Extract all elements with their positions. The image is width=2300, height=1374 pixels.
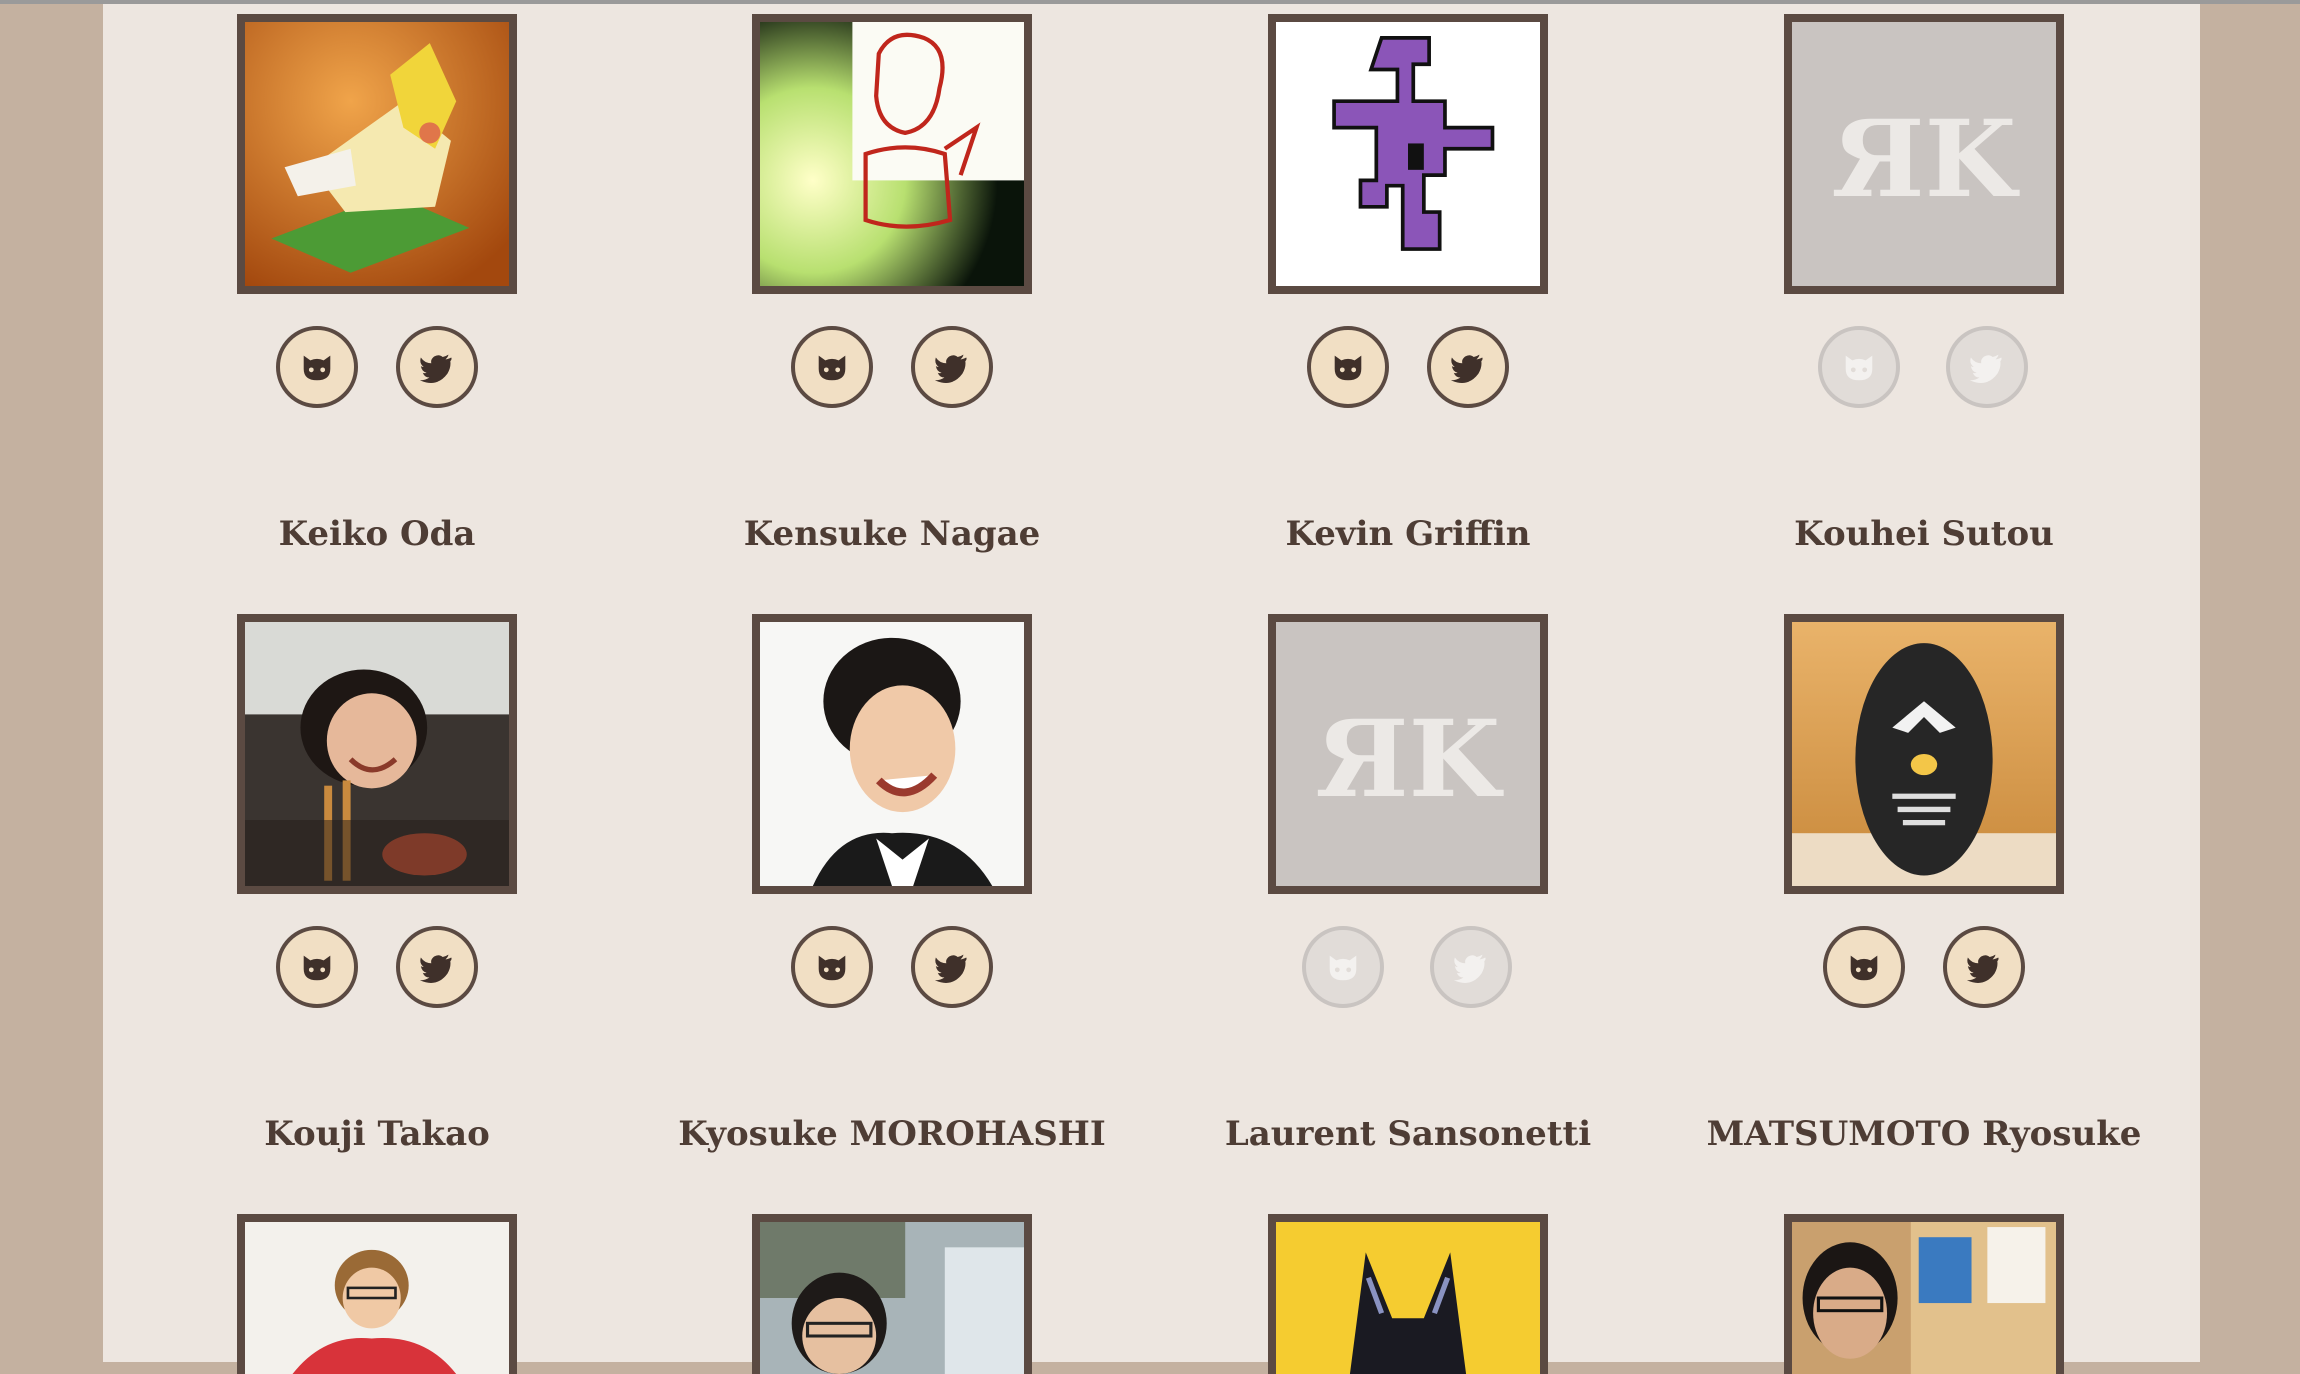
social-links bbox=[1784, 326, 2064, 408]
member-name[interactable]: Kouji Takao bbox=[117, 1114, 637, 1154]
social-links bbox=[1784, 926, 2064, 1008]
member-name[interactable]: Kouhei Sutou bbox=[1664, 514, 2184, 554]
twitter-link[interactable] bbox=[1427, 326, 1509, 408]
github-icon bbox=[303, 955, 331, 981]
avatar[interactable] bbox=[1268, 14, 1548, 294]
avatar[interactable] bbox=[1268, 1214, 1548, 1374]
member-name[interactable]: Keiko Oda bbox=[117, 514, 637, 554]
github-link[interactable] bbox=[1818, 326, 1900, 408]
member-name[interactable]: Laurent Sansonetti bbox=[1148, 1114, 1668, 1154]
twitter-icon bbox=[1453, 954, 1486, 983]
twitter-icon bbox=[1969, 354, 2002, 383]
avatar[interactable] bbox=[1784, 1214, 2064, 1374]
twitter-icon bbox=[934, 954, 967, 983]
member-name[interactable]: Kensuke Nagae bbox=[632, 514, 1152, 554]
twitter-icon bbox=[1450, 354, 1483, 383]
social-links bbox=[237, 326, 517, 408]
twitter-link[interactable] bbox=[911, 326, 993, 408]
avatar[interactable] bbox=[237, 14, 517, 294]
github-icon bbox=[1329, 955, 1357, 981]
twitter-icon bbox=[1966, 954, 1999, 983]
avatar[interactable]: ЯK bbox=[1784, 14, 2064, 294]
twitter-icon bbox=[419, 954, 452, 983]
social-links bbox=[237, 926, 517, 1008]
github-link[interactable] bbox=[1307, 326, 1389, 408]
twitter-icon bbox=[419, 354, 452, 383]
github-link[interactable] bbox=[791, 326, 873, 408]
twitter-link[interactable] bbox=[396, 926, 478, 1008]
github-icon bbox=[818, 355, 846, 381]
twitter-link[interactable] bbox=[1430, 926, 1512, 1008]
members-panel: ЯK Keiko Oda Kensuke Nagae Kevin Griffin… bbox=[103, 4, 2200, 1374]
social-links bbox=[1268, 326, 1548, 408]
twitter-link[interactable] bbox=[1943, 926, 2025, 1008]
avatar[interactable] bbox=[752, 1214, 1032, 1374]
avatar[interactable] bbox=[237, 1214, 517, 1374]
social-links bbox=[752, 926, 1032, 1008]
twitter-icon bbox=[934, 354, 967, 383]
twitter-link[interactable] bbox=[396, 326, 478, 408]
github-icon bbox=[1850, 955, 1878, 981]
placeholder-logo: ЯK bbox=[1832, 97, 2021, 221]
github-link[interactable] bbox=[1823, 926, 1905, 1008]
github-icon bbox=[1845, 355, 1873, 381]
avatar[interactable] bbox=[752, 14, 1032, 294]
member-name[interactable]: Kyosuke MOROHASHI bbox=[632, 1114, 1152, 1154]
social-links bbox=[752, 326, 1032, 408]
twitter-link[interactable] bbox=[911, 926, 993, 1008]
github-link[interactable] bbox=[791, 926, 873, 1008]
github-link[interactable] bbox=[276, 326, 358, 408]
github-icon bbox=[818, 955, 846, 981]
social-links bbox=[1268, 926, 1548, 1008]
avatar[interactable] bbox=[237, 614, 517, 894]
avatar[interactable] bbox=[752, 614, 1032, 894]
member-name[interactable]: MATSUMOTO Ryosuke bbox=[1664, 1114, 2184, 1154]
github-icon bbox=[303, 355, 331, 381]
member-name[interactable]: Kevin Griffin bbox=[1148, 514, 1668, 554]
github-icon bbox=[1334, 355, 1362, 381]
avatar[interactable]: ЯK bbox=[1268, 614, 1548, 894]
placeholder-logo: ЯK bbox=[1316, 697, 1505, 821]
github-link[interactable] bbox=[1302, 926, 1384, 1008]
github-link[interactable] bbox=[276, 926, 358, 1008]
twitter-link[interactable] bbox=[1946, 326, 2028, 408]
avatar[interactable] bbox=[1784, 614, 2064, 894]
